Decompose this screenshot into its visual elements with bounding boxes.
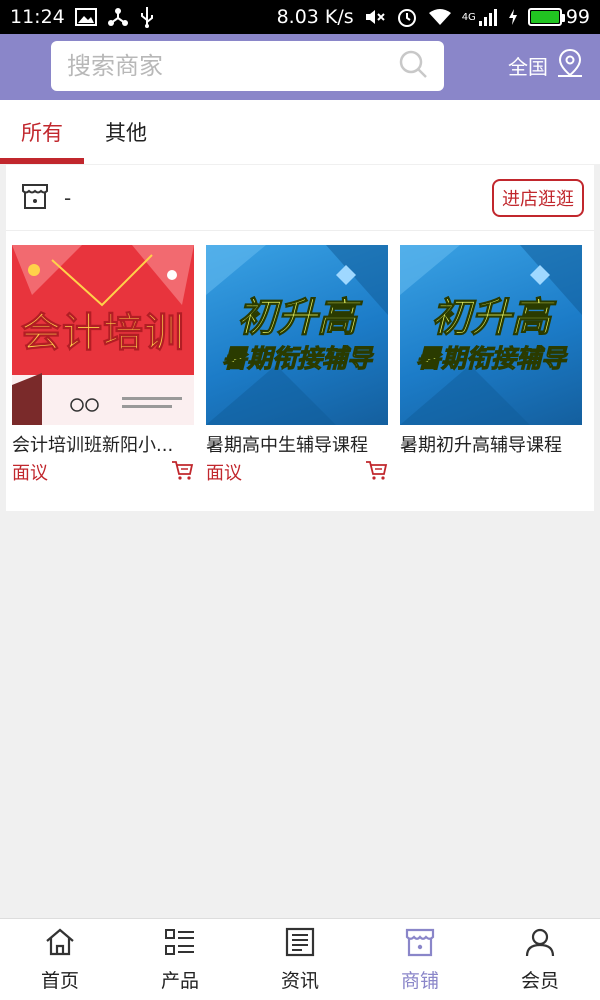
nav-news[interactable]: 资讯: [240, 919, 360, 1000]
signal-icon: 4G: [462, 8, 498, 26]
share-icon: [107, 7, 129, 27]
cart-icon[interactable]: [170, 459, 194, 485]
list-icon: [164, 927, 196, 962]
product-name[interactable]: 会计培训班新阳小...: [12, 431, 194, 457]
product-image[interactable]: 初升高 暑期衔接辅导: [206, 245, 388, 425]
nav-stores[interactable]: 商铺: [360, 919, 480, 1000]
bottom-nav: 首页 产品 资讯 商铺 会员: [0, 918, 600, 1000]
nav-label-stores: 商铺: [400, 969, 439, 992]
usb-icon: [139, 6, 155, 28]
visit-store-button[interactable]: 进店逛逛: [492, 178, 584, 217]
region-label: 全国: [508, 55, 548, 79]
nav-label-products: 产品: [160, 969, 199, 992]
product-price: 面议: [206, 463, 242, 484]
product-item[interactable]: 初升高 暑期衔接辅导 暑期高中生辅导课程 面议: [206, 245, 388, 485]
search-input[interactable]: [67, 52, 398, 80]
network-type: 4G: [461, 11, 476, 23]
nav-label-member: 会员: [520, 969, 559, 992]
product-image-text: 会计培训: [21, 310, 185, 357]
battery-indicator: 99: [527, 6, 590, 28]
nav-products[interactable]: 产品: [120, 919, 240, 1000]
product-price: 面议: [12, 463, 48, 484]
product-image-subtitle: 暑期衔接辅导: [415, 344, 566, 374]
nav-label-home: 首页: [40, 969, 79, 992]
alarm-icon: [396, 6, 418, 28]
wifi-icon: [428, 8, 452, 26]
nav-home[interactable]: 首页: [0, 919, 120, 1000]
network-speed: 8.03 K/s: [276, 6, 354, 28]
charging-icon: [508, 8, 518, 26]
tab-all[interactable]: 所有: [0, 100, 84, 164]
tab-other[interactable]: 其他: [84, 100, 168, 164]
product-image-subtitle: 暑期衔接辅导: [221, 344, 372, 374]
news-icon: [284, 927, 316, 962]
search-icon[interactable]: [398, 49, 428, 83]
user-icon: [524, 927, 556, 962]
battery-icon: [527, 8, 565, 26]
status-time: 11:24: [10, 6, 65, 28]
store-name: -: [64, 185, 72, 210]
product-image-title: 初升高: [431, 295, 552, 342]
mute-icon: [364, 8, 386, 26]
product-list: 会计培训 会计培训班新阳小... 面议 初升高 暑期衔接辅导 暑期高中生辅导课程…: [6, 231, 594, 485]
store-card: - 进店逛逛 会计培训 会计培训班新阳小... 面议 初升高 暑期衔接辅导 暑期…: [6, 165, 594, 511]
category-tabs: 所有 其他: [0, 100, 600, 164]
image-notification-icon: [74, 8, 97, 26]
battery-percent: 99: [565, 6, 590, 28]
product-image-title: 初升高: [237, 295, 358, 342]
nav-member[interactable]: 会员: [480, 919, 600, 1000]
status-bar: 11:24 8.03 K/s 4G 99: [0, 0, 600, 34]
app-header: 全国: [0, 34, 600, 100]
product-item[interactable]: 初升高 暑期衔接辅导 暑期初升高辅导课程: [400, 245, 582, 485]
region-selector[interactable]: 全国: [508, 48, 584, 83]
product-image[interactable]: 初升高 暑期衔接辅导: [400, 245, 582, 425]
status-bar-left: 11:24: [10, 6, 155, 28]
product-name[interactable]: 暑期初升高辅导课程: [400, 431, 582, 457]
product-name[interactable]: 暑期高中生辅导课程: [206, 431, 388, 457]
location-pin-icon: [556, 48, 584, 83]
nav-label-news: 资讯: [280, 969, 319, 992]
cart-icon[interactable]: [364, 459, 388, 485]
search-bar[interactable]: [51, 41, 444, 91]
home-icon: [44, 927, 76, 962]
battery-fill: [530, 11, 559, 23]
product-image[interactable]: 会计培训: [12, 245, 194, 425]
store-icon: [20, 181, 50, 215]
store-icon: [404, 927, 436, 962]
status-bar-right: 8.03 K/s 4G 99: [277, 6, 590, 28]
store-header: - 进店逛逛: [6, 165, 594, 231]
product-item[interactable]: 会计培训 会计培训班新阳小... 面议: [12, 245, 194, 485]
